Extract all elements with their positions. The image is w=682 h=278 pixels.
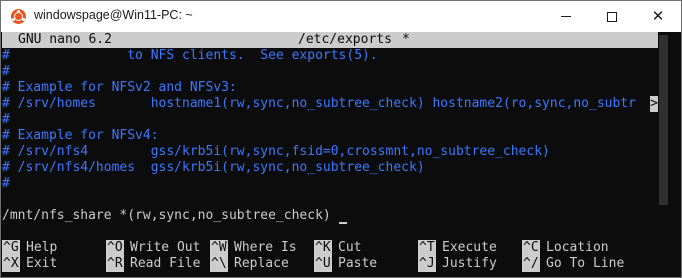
shortcut-key: ^X [2,256,20,272]
shortcut-help[interactable]: ^G Help [2,240,102,256]
shortcut-cut[interactable]: ^K Cut [314,240,414,256]
shortcut-label: Paste [338,256,378,271]
shortcut-key: ^U [314,256,332,272]
shortcut-label: Where Is [234,240,297,255]
maximize-icon [607,11,617,22]
editor-line[interactable]: /mnt/nfs_share *(rw,sync,no_subtree_chec… [2,208,658,224]
terminal-area[interactable]: GNU nano 6.2 /etc/exports * # to NFS cli… [1,32,681,277]
minimize-button[interactable] [543,1,589,32]
close-icon: ✕ [651,7,665,25]
shortcut-label: Justify [442,256,497,271]
editor-line[interactable]: # /srv/nfs4 gss/krb5i(rw,sync,fsid=0,cro… [2,144,658,160]
title-bar[interactable]: windowspage@Win11-PC: ~ ✕ [1,1,681,32]
terminal-window: windowspage@Win11-PC: ~ ✕ GNU nano 6.2 /… [0,0,682,278]
shortcut-replace[interactable]: ^\ Replace [210,256,310,272]
shortcut-key: ^C [522,240,540,256]
file-name: /etc/exports [298,32,392,47]
shortcut-location[interactable]: ^C Location [522,240,652,256]
shortcut-label: Execute [442,240,497,255]
shortcut-key: ^K [314,240,332,256]
shortcut-label: Help [26,240,58,255]
shortcut-key: ^/ [522,256,540,272]
editor-line[interactable]: # Example for NFSv4: [2,128,658,144]
maximize-button[interactable] [589,1,635,32]
text-cursor [339,210,347,224]
shortcut-key: ^O [106,240,124,256]
shortcut-go-to-line[interactable]: ^/ Go To Line [522,256,652,272]
window-title: windowspage@Win11-PC: ~ [34,8,193,22]
editor-line[interactable] [2,192,658,208]
ubuntu-icon [11,9,26,24]
editor-line[interactable]: # [2,176,658,192]
shortcut-label: Read File [130,256,201,271]
shortcut-label: Go To Line [546,256,625,271]
shortcut-paste[interactable]: ^U Paste [314,256,414,272]
close-button[interactable]: ✕ [635,1,681,32]
shortcut-label: Write Out [130,240,201,255]
shortcut-label: Location [546,240,609,255]
shortcut-key: ^W [210,240,228,256]
shortcut-exit[interactable]: ^X Exit [2,256,102,272]
editor-line[interactable]: # /srv/homes hostname1(rw,sync,no_subtre… [2,96,650,112]
shortcut-key: ^R [106,256,124,272]
nano-header-bar: GNU nano 6.2 /etc/exports * [2,32,658,48]
nano-version: GNU nano 6.2 [18,32,112,47]
scrollbar-thumb[interactable] [659,35,668,205]
vertical-scrollbar[interactable] [658,32,669,277]
shortcut-key: ^J [418,256,436,272]
shortcut-justify[interactable]: ^J Justify [418,256,518,272]
modified-indicator: * [402,32,410,47]
shortcut-label: Cut [338,240,362,255]
shortcut-label: Replace [234,256,289,271]
minimize-icon [561,16,571,17]
shortcut-write-out[interactable]: ^O Write Out [106,240,206,256]
editor-line[interactable]: # to NFS clients. See exports(5). [2,48,658,64]
shortcut-execute[interactable]: ^T Execute [418,240,518,256]
shortcut-key: ^T [418,240,436,256]
editor-line[interactable]: # [2,64,658,80]
editor-line[interactable]: # Example for NFSv2 and NFSv3: [2,80,658,96]
shortcut-read-file[interactable]: ^R Read File [106,256,206,272]
shortcut-key: ^G [2,240,20,256]
editor-line[interactable]: # /srv/nfs4/homes gss/krb5i(rw,sync,no_s… [2,160,658,176]
shortcut-where-is[interactable]: ^W Where Is [210,240,310,256]
shortcut-label: Exit [26,256,58,271]
shortcut-key: ^\ [210,256,228,272]
editor-line[interactable]: # [2,112,658,128]
line-overflow-marker: > [650,96,658,112]
